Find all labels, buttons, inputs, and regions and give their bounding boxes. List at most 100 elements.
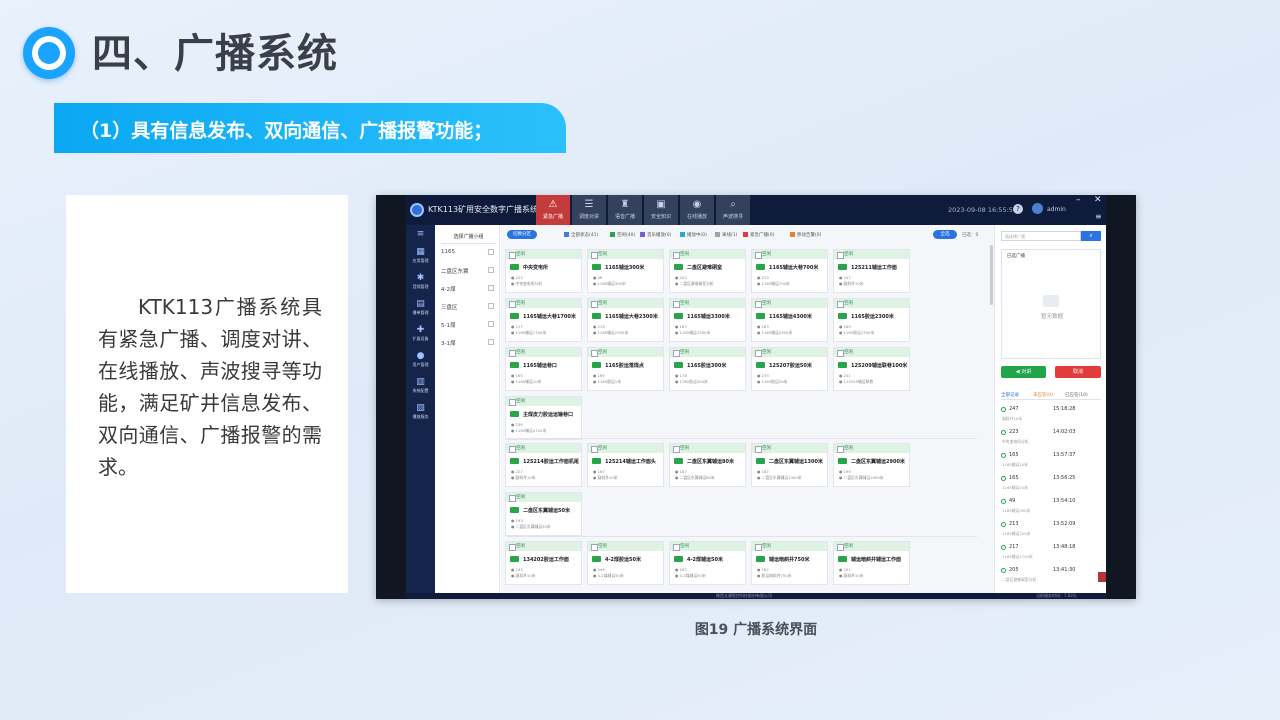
legend-music[interactable]: 音乐播放(0)	[640, 232, 671, 238]
record-row[interactable]: 223 14:02:03 中央变电所分机	[1001, 428, 1095, 450]
legend-all[interactable]: 全部状态(41)	[564, 232, 598, 238]
speaker-card[interactable]: 空闲 1165辅运大巷2300米 ● 215 ● 1165辅运2300米	[587, 298, 664, 342]
speaker-card[interactable]: 空闲 二盘区东翼辅运1300米 ● 187 ● 二盘区东翼辅运1300米	[751, 443, 828, 487]
speaker-card[interactable]: 空闲 中央变电所 ● 222 ● 中央变电所分机	[505, 249, 582, 293]
record-row[interactable]: 247 15:18:28 副斜井10米	[1001, 405, 1095, 427]
tab-all-records[interactable]: 全部记录	[1001, 392, 1019, 398]
speaker-card[interactable]: 空闲 二盘区东翼辅运50米 ● 193 ● 二盘区东翼辅运50米	[505, 492, 582, 536]
group-checkbox[interactable]	[488, 321, 494, 327]
tab-unanswered[interactable]: 未应答(0)	[1033, 392, 1053, 398]
speaker-card[interactable]: 空闲 1165胶运2300米 ● 189 ● 1165胶运2300米	[833, 298, 910, 342]
group-checkbox[interactable]	[488, 267, 494, 273]
group-item[interactable]: 二盘区东翼	[441, 267, 496, 275]
card-name: 1165胶运落煤点	[605, 363, 644, 369]
record-row[interactable]: 217 13:48:18 1165辅运1700米	[1001, 543, 1095, 565]
legend-idle[interactable]: 空闲(40)	[610, 232, 635, 238]
speaker-card[interactable]: 空闲 1165辅运巷口 ● 165 ● 1165辅运10米	[505, 347, 582, 391]
speaker-card[interactable]: 空闲 125207胶运50米 ● 233 ● 1165胶运50米	[751, 347, 828, 391]
group-checkbox[interactable]	[488, 303, 494, 309]
broadcast-search-input[interactable]: 请选择广播	[1001, 231, 1081, 241]
speaker-card[interactable]: 空闲 辅运暗斜井750米 ● 187 ● 胶运暗斜井750米	[751, 541, 828, 585]
record-row[interactable]: 213 13:52:09 1165辅运700米	[1001, 520, 1095, 542]
nav-item-server[interactable]: ▨ 播放服务	[406, 403, 435, 420]
legend-emergency[interactable]: 紧急广播(0)	[743, 232, 774, 238]
list-icon: ▤	[416, 299, 425, 309]
speaker-card[interactable]: 空闲 125209辅运联巷100米 ● 241 ● 125209辅运联巷	[833, 347, 910, 391]
record-row[interactable]: 205 13:41:30 二盘区避难硐室分机	[1001, 566, 1095, 588]
top-username[interactable]: admin	[1047, 206, 1066, 213]
menu-icon[interactable]: ≡	[1095, 212, 1102, 221]
speaker-card[interactable]: 空闲 134202胶运工作面 ● 243 ● 副斜井10米	[505, 541, 582, 585]
group-checkbox[interactable]	[488, 339, 494, 345]
speaker-card[interactable]: 空闲 1165辅运大巷1700米 ● 217 ● 1165辅运1700米	[505, 298, 582, 342]
group-item[interactable]: 三盘区	[441, 303, 496, 311]
group-checkbox[interactable]	[488, 249, 494, 255]
group-item[interactable]: 3-1煤	[441, 339, 496, 347]
record-row[interactable]: 165 13:56:25 1165辅运10米	[1001, 474, 1095, 496]
close-icon[interactable]: ✕	[1094, 195, 1102, 205]
speaker-card[interactable]: 空闲 二盘区东翼辅运2900米 ● 199 ● 二盘区东翼辅运2900米	[833, 443, 910, 487]
select-all-button[interactable]: 全选	[933, 230, 957, 239]
minimize-icon[interactable]: –	[1076, 195, 1081, 205]
top-button-intercom[interactable]: ☰ 调度对讲	[572, 195, 606, 225]
nav-item-settings[interactable]: ▥ 系统配置	[406, 377, 435, 394]
speaker-card[interactable]: 空闲 1165辅运300米 ● 46 ● 1165辅运300米	[587, 249, 664, 293]
switch-zone-button[interactable]: 切换分区	[507, 230, 537, 239]
speaker-card[interactable]: 空闲 125211辅运工作面 ● 247 ● 副斜井10米	[833, 249, 910, 293]
nav-collapse-icon[interactable]: ≡	[406, 229, 435, 240]
top-button-play[interactable]: ◉ 在线播放	[680, 195, 714, 225]
top-button-voice[interactable]: ♜ 语音广播	[608, 195, 642, 225]
group-checkbox[interactable]	[488, 285, 494, 291]
tab-answered[interactable]: 已应答(10)	[1065, 392, 1088, 398]
top-button-search-wave[interactable]: ⌕ 声波搜寻	[716, 195, 750, 225]
group-item[interactable]: 1165	[441, 249, 496, 255]
speaker-card[interactable]: 空闲 125214胶运工作面机尾 ● 227 ● 副斜井10米	[505, 443, 582, 487]
speaker-card[interactable]: 空闲 125214辅运工作面头 ● 167 ● 副斜井10米	[587, 443, 664, 487]
card-number: ● 233	[757, 373, 769, 378]
legend-playing[interactable]: 播放中(0)	[680, 232, 707, 238]
card-status: 空闲	[834, 250, 909, 259]
speaker-card[interactable]: 空闲 主煤皮力胶运运输巷口 ● 239 ● 1165辅运4710米	[505, 396, 582, 440]
nav-item-audio[interactable]: ✱ 音频管理	[406, 273, 435, 290]
avatar[interactable]	[1032, 203, 1043, 214]
legend-alarm[interactable]: 移动告警(0)	[790, 232, 821, 238]
speaker-card[interactable]: 空闲 二盘区避难硐室 ● 203 ● 二盘区避难硐室分机	[669, 249, 746, 293]
cancel-button[interactable]: 取消	[1055, 366, 1101, 378]
card-status: 空闲	[670, 348, 745, 357]
speaker-card[interactable]: 空闲 1165辅运4300米 ● 183 ● 1165辅运4300米	[751, 298, 828, 342]
top-button-safety[interactable]: ▣ 安全知识	[644, 195, 678, 225]
apps-icon: ▦	[416, 247, 425, 257]
speaker-card[interactable]: 空闲 1165胶运300米 ● 178 ● 1165胶运300米	[669, 347, 746, 391]
top-button-emergency[interactable]: ⚠ 紧急广播	[536, 195, 570, 225]
speaker-card[interactable]: 空闲 1165胶运落煤点 ● 169 ● 1165胶运1米	[587, 347, 664, 391]
record-row[interactable]: 49 13:54:10 1165辅运300米	[1001, 497, 1095, 519]
help-icon[interactable]: ?	[1013, 204, 1023, 214]
search-icon[interactable]: ⌕	[1081, 231, 1101, 241]
grid-scrollbar[interactable]	[990, 245, 993, 305]
group-item[interactable]: 5-1煤	[441, 321, 496, 329]
speaker-icon	[592, 264, 601, 270]
card-status: 空闲	[588, 444, 663, 453]
legend-offline[interactable]: 离线(1)	[715, 232, 737, 238]
intercom-button[interactable]: ◀ 对讲	[1001, 366, 1046, 378]
broadcast-system-screenshot: KTK113矿用安全数字广播系统 ⚠ 紧急广播 ☰ 调度对讲 ♜ 语音广播 ▣ …	[376, 195, 1136, 599]
speaker-card[interactable]: 空闲 辅运暗斜井辅运工作面 ● 201 ● 副斜井10米	[833, 541, 910, 585]
speaker-card[interactable]: 空闲 二盘区东翼辅运80米 ● 187 ● 二盘区东翼辅运80米	[669, 443, 746, 487]
nav-item-playlist[interactable]: ▤ 播单管理	[406, 299, 435, 316]
speaker-icon	[592, 556, 601, 562]
speaker-card[interactable]: 空闲 1165辅运3300米 ● 183 ● 1165辅运3300米	[669, 298, 746, 342]
card-status: 空闲	[588, 542, 663, 551]
broadcast-icon: ♜	[620, 199, 630, 210]
nav-item-user[interactable]: ● 用户管理	[406, 351, 435, 368]
speaker-card[interactable]: 空闲 4-2煤胶运50米 ● 249 ● 4-2煤辅运50米	[587, 541, 664, 585]
record-row[interactable]: 165 13:57:37 1165辅运10米	[1001, 451, 1095, 473]
speaker-icon	[756, 458, 765, 464]
nav-item-apps[interactable]: ▦ 应用管理	[406, 247, 435, 264]
speaker-icon	[510, 411, 519, 417]
nav-item-device[interactable]: ✚ 扩展设备	[406, 325, 435, 342]
card-status: 空闲	[752, 444, 827, 453]
group-item[interactable]: 4-2煤	[441, 285, 496, 293]
speaker-card[interactable]: 空闲 1165辅运大巷700米 ● 213 ● 1165辅运700米	[751, 249, 828, 293]
speaker-icon	[756, 264, 765, 270]
speaker-card[interactable]: 空闲 4-2煤辅运50米 ● 187 ● 4-2煤辅运50米	[669, 541, 746, 585]
